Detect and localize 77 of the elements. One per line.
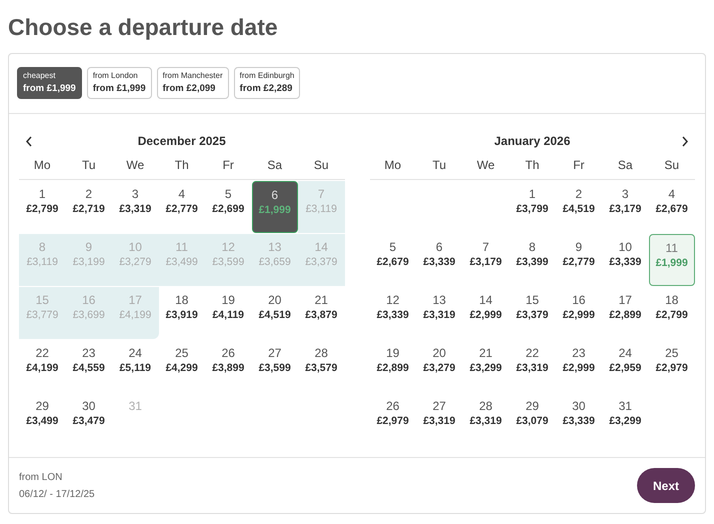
date-cell[interactable]: 2 £2,719 bbox=[66, 181, 112, 233]
date-cell[interactable]: 16 £2,999 bbox=[556, 287, 602, 339]
weekday-label: Mo bbox=[19, 152, 66, 180]
date-cell[interactable]: 19 £4,119 bbox=[205, 287, 252, 339]
date-cell[interactable]: 7 £3,179 bbox=[462, 234, 509, 286]
date-cell[interactable]: 27 £3,599 bbox=[252, 340, 298, 392]
date-cell[interactable]: 25 £2,979 bbox=[648, 340, 695, 392]
date-cell[interactable]: 9 £2,779 bbox=[556, 234, 602, 286]
origin-label: from LON bbox=[19, 472, 64, 482]
date-cell[interactable]: 20 £3,279 bbox=[416, 340, 462, 392]
date-cell[interactable]: 14 £2,999 bbox=[462, 287, 509, 339]
next-button[interactable]: Next bbox=[636, 468, 695, 503]
date-cell[interactable]: 26 £2,979 bbox=[370, 393, 416, 445]
date-cell[interactable]: 29 £3,499 bbox=[19, 393, 66, 445]
date-cell[interactable]: 13 £3,319 bbox=[416, 287, 462, 339]
date-cell[interactable]: 29 £3,079 bbox=[509, 393, 556, 445]
date-cell-text: 31 bbox=[128, 398, 143, 415]
date-cell[interactable]: 3 £3,179 bbox=[602, 181, 648, 233]
weekday-label: We bbox=[112, 152, 158, 180]
date-cell[interactable]: 20 £4,519 bbox=[252, 287, 298, 339]
month-title: January 2026 bbox=[493, 134, 572, 148]
date-cell[interactable]: 6 £3,339 bbox=[416, 234, 462, 286]
date-cell[interactable]: 27 £3,319 bbox=[416, 393, 462, 445]
weekday-label: Tu bbox=[416, 152, 462, 180]
date-cell[interactable]: 5 £2,679 bbox=[370, 234, 416, 286]
weekday-label: Tu bbox=[66, 152, 112, 180]
date-cell[interactable]: 23 £2,999 bbox=[556, 340, 602, 392]
date-cell[interactable]: 4 £2,679 bbox=[648, 181, 695, 233]
date-cell[interactable]: 17 £2,899 bbox=[602, 287, 648, 339]
date-cell[interactable]: 24 £2,959 bbox=[602, 340, 648, 392]
date-cell[interactable]: 28 £3,579 bbox=[298, 340, 344, 392]
date-cell[interactable]: 10 £3,339 bbox=[602, 234, 648, 286]
date-cell[interactable]: 18 £3,919 bbox=[158, 287, 205, 339]
weekday-label: Su bbox=[648, 152, 695, 180]
weekday-label: Fr bbox=[556, 152, 602, 180]
date-cell[interactable]: 30 £3,479 bbox=[66, 393, 112, 445]
weekday-label: Th bbox=[158, 152, 205, 180]
date-cell[interactable]: 5 £2,699 bbox=[205, 181, 252, 233]
date-cell[interactable]: 8 £3,399 bbox=[509, 234, 556, 286]
date-cell[interactable]: 12 £3,339 bbox=[370, 287, 416, 339]
date-cell[interactable]: 24 £5,119 bbox=[112, 340, 158, 392]
weekday-label: Th bbox=[509, 152, 556, 180]
date-cell[interactable]: 28 £3,319 bbox=[462, 393, 509, 445]
date-cell[interactable]: 15 £3,379 bbox=[509, 287, 556, 339]
weekday-label: Sa bbox=[602, 152, 648, 180]
date-cell[interactable]: 21 £3,299 bbox=[462, 340, 509, 392]
chevron-right-icon[interactable] bbox=[681, 136, 689, 146]
date-cell[interactable]: 31 £3,299 bbox=[602, 393, 648, 445]
weekday-label: Sa bbox=[252, 152, 298, 180]
date-cell[interactable]: 26 £3,899 bbox=[205, 340, 252, 392]
date-cell[interactable]: 1 £2,799 bbox=[19, 181, 66, 233]
date-cell[interactable]: 22 £4,199 bbox=[19, 340, 66, 392]
date-cell[interactable]: 11 £1,999 bbox=[648, 234, 695, 286]
filter-chip[interactable]: from Manchester from £2,099 bbox=[156, 67, 229, 99]
weekday-label: Mo bbox=[370, 152, 416, 180]
filter-chip[interactable]: cheapest from £1,999 bbox=[17, 67, 82, 99]
date-cell[interactable]: 19 £2,899 bbox=[370, 340, 416, 392]
date-cell[interactable]: 21 £3,879 bbox=[298, 287, 344, 339]
date-cell[interactable]: 1 £3,799 bbox=[509, 181, 556, 233]
weekday-label: Su bbox=[298, 152, 344, 180]
date-cell[interactable]: 2 £4,519 bbox=[556, 181, 602, 233]
page-title: Choose a departure date bbox=[8, 14, 279, 41]
date-cell[interactable]: 25 £4,299 bbox=[158, 340, 205, 392]
filter-chip[interactable]: from Edinburgh from £2,289 bbox=[234, 67, 300, 99]
date-cell[interactable]: 4 £2,779 bbox=[158, 181, 205, 233]
weekday-label: We bbox=[462, 152, 509, 180]
filter-chip[interactable]: from London from £1,999 bbox=[86, 67, 152, 99]
date-cell[interactable]: 18 £2,799 bbox=[648, 287, 695, 339]
date-cell[interactable]: 3 £3,319 bbox=[112, 181, 158, 233]
date-range-label: 06/12/ - 17/12/25 bbox=[19, 488, 95, 500]
date-cell[interactable]: 6 £1,999 bbox=[252, 181, 298, 233]
month-title: December 2025 bbox=[136, 134, 227, 148]
date-cell[interactable]: 22 £3,319 bbox=[509, 340, 556, 392]
weekday-label: Fr bbox=[205, 152, 252, 180]
chevron-left-icon[interactable] bbox=[25, 136, 33, 146]
date-cell[interactable]: 30 £3,339 bbox=[556, 393, 602, 445]
date-cell[interactable]: 23 £4,559 bbox=[66, 340, 112, 392]
